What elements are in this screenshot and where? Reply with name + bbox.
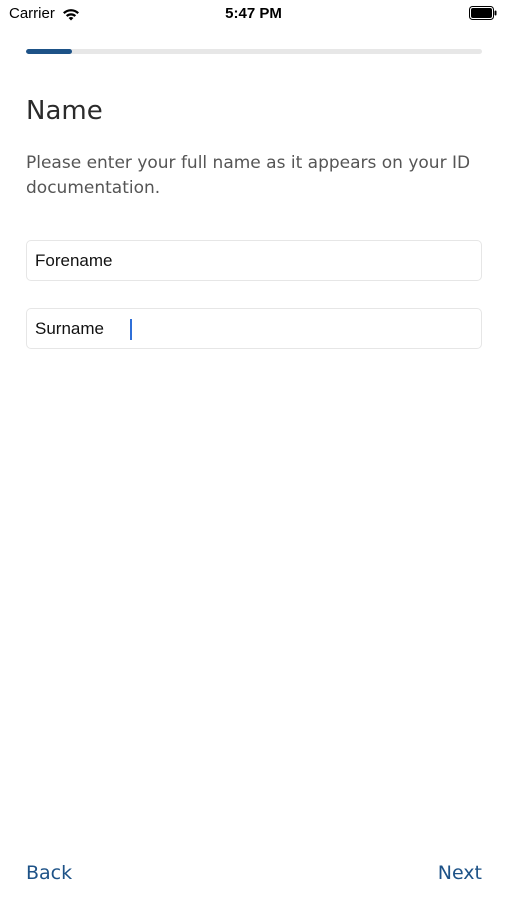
progress-bar-fill bbox=[26, 49, 72, 54]
name-entry-screen: Carrier 5:47 PM Name Please enter your f… bbox=[0, 0, 507, 900]
status-time: 5:47 PM bbox=[225, 5, 282, 22]
battery-full-icon bbox=[469, 6, 497, 20]
surname-input[interactable] bbox=[27, 309, 481, 348]
back-button[interactable]: Back bbox=[26, 862, 72, 884]
forename-field[interactable] bbox=[26, 240, 482, 281]
forename-input[interactable] bbox=[27, 241, 481, 280]
text-cursor bbox=[130, 319, 132, 340]
page-title: Name bbox=[26, 96, 103, 126]
next-button[interactable]: Next bbox=[438, 862, 482, 884]
status-bar: Carrier 5:47 PM bbox=[0, 0, 507, 28]
progress-bar bbox=[26, 49, 482, 54]
surname-field[interactable] bbox=[26, 308, 482, 349]
page-description: Please enter your full name as it appear… bbox=[26, 153, 471, 198]
